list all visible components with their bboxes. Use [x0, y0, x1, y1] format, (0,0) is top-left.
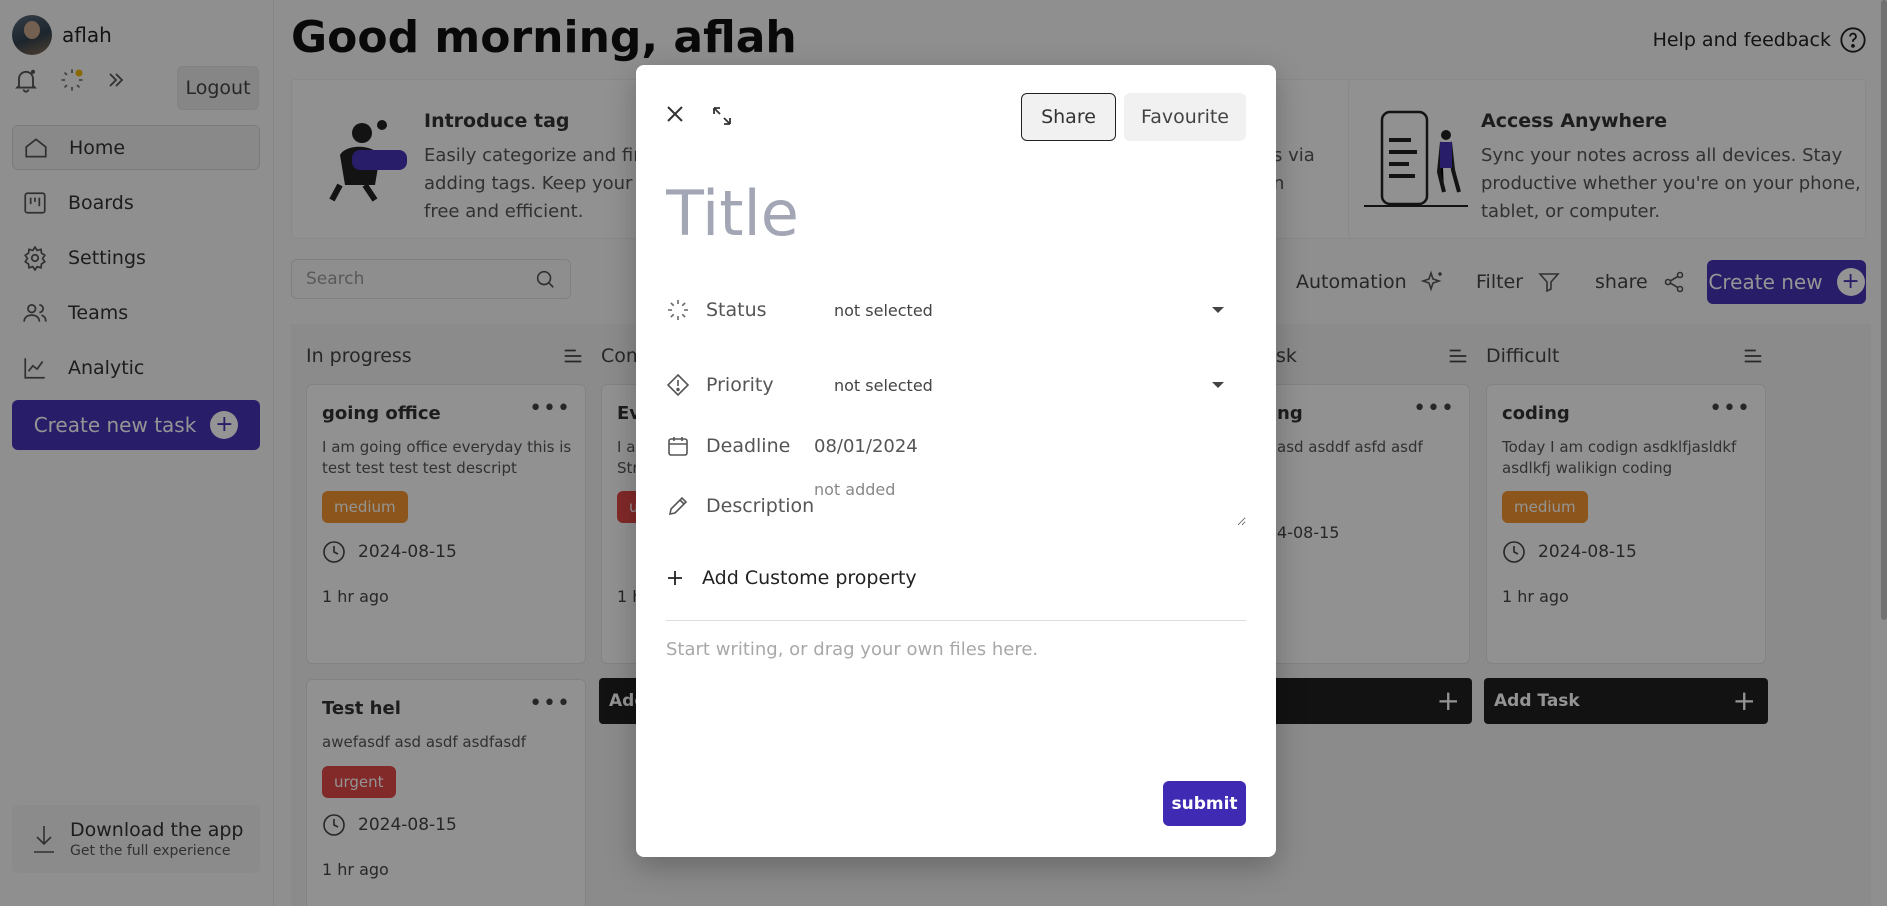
pencil-icon — [666, 494, 690, 518]
deadline-row: Deadline 08/01/2024 — [666, 426, 1246, 466]
favourite-button[interactable]: Favourite — [1124, 93, 1246, 141]
description-row: Description — [666, 480, 1246, 526]
status-select[interactable]: not selected — [834, 292, 1234, 328]
priority-diamond-icon — [666, 373, 690, 397]
caret-down-icon — [1212, 382, 1224, 388]
caret-down-icon — [1212, 307, 1224, 313]
deadline-input[interactable]: 08/01/2024 — [814, 436, 918, 457]
share-button[interactable]: Share — [1021, 93, 1116, 141]
divider — [666, 620, 1246, 621]
priority-label: Priority — [706, 374, 774, 396]
close-icon[interactable] — [666, 105, 684, 123]
deadline-label: Deadline — [706, 435, 791, 457]
priority-value: not selected — [834, 375, 933, 395]
add-property-label: Add Custome property — [702, 567, 917, 589]
plus-icon — [666, 569, 684, 587]
task-body-editor[interactable] — [666, 639, 1246, 739]
status-spinner-icon — [666, 298, 690, 322]
status-label: Status — [706, 299, 767, 321]
priority-select[interactable]: not selected — [834, 367, 1234, 403]
add-custom-property-button[interactable]: Add Custome property — [666, 567, 917, 589]
status-value: not selected — [834, 300, 933, 320]
calendar-icon — [666, 434, 690, 458]
priority-row: Priority not selected — [666, 365, 1246, 405]
description-input[interactable] — [814, 480, 1246, 526]
expand-icon[interactable] — [710, 104, 734, 128]
status-row: Status not selected — [666, 290, 1246, 330]
submit-button[interactable]: submit — [1163, 781, 1246, 826]
title-input[interactable] — [666, 173, 1246, 253]
description-label: Description — [706, 495, 815, 517]
new-task-modal: Share Favourite Status not selected Prio… — [636, 65, 1276, 857]
